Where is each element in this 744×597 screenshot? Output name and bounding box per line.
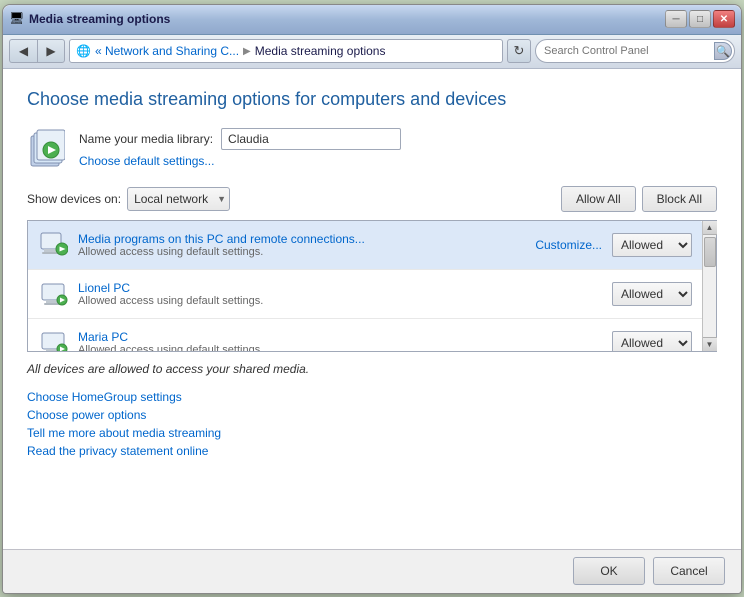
title-bar: 🖥 Media streaming options ─ □ ✕ [3, 5, 741, 35]
refresh-button[interactable]: ↻ [507, 39, 531, 63]
device-name-0[interactable]: Media programs on this PC and remote con… [78, 232, 535, 246]
search-button[interactable]: 🔍 [714, 42, 732, 60]
device-list: Media programs on this PC and remote con… [28, 221, 702, 351]
allowed-dropdown-0: Allowed Blocked [612, 233, 692, 257]
scrollbar[interactable]: ▲ ▼ [702, 221, 716, 351]
choose-default-link[interactable]: Choose default settings... [79, 154, 401, 168]
device-customize-0[interactable]: Customize... [535, 238, 602, 252]
device-info-0: Media programs on this PC and remote con… [78, 232, 535, 258]
breadcrumb: 🌐 « Network and Sharing C... ▶ Media str… [69, 39, 503, 63]
link-homegroup[interactable]: Choose HomeGroup settings [27, 390, 717, 404]
search-box: 🔍 [535, 39, 735, 63]
show-devices-select-wrapper: Local network All networks Custom ▼ [127, 187, 230, 211]
show-devices-select[interactable]: Local network All networks Custom [127, 187, 230, 211]
scroll-down-button[interactable]: ▼ [703, 337, 717, 351]
main-content: Choose media streaming options for compu… [3, 69, 741, 549]
title-bar-left: 🖥 Media streaming options [9, 11, 170, 27]
scroll-thumb[interactable] [704, 237, 716, 267]
device-icon-svg-0 [40, 231, 68, 259]
search-input[interactable] [544, 45, 710, 57]
media-library-row: Name your media library: Choose default … [27, 126, 717, 170]
link-power[interactable]: Choose power options [27, 408, 717, 422]
device-status-0: Allowed access using default settings. [78, 246, 535, 258]
device-list-container: Media programs on this PC and remote con… [27, 220, 717, 352]
scroll-track [703, 235, 716, 337]
nav-bar: ◀ ▶ 🌐 « Network and Sharing C... ▶ Media… [3, 35, 741, 69]
maximize-button[interactable]: □ [689, 10, 711, 28]
device-item-2: Maria PC Allowed access using default se… [28, 319, 702, 351]
block-all-button[interactable]: Block All [642, 186, 717, 212]
allowed-dropdown-1: Allowed Blocked [612, 282, 692, 306]
device-icon-svg-1 [40, 280, 68, 308]
breadcrumb-network-link[interactable]: « Network and Sharing C... [95, 44, 239, 58]
breadcrumb-sep: ▶ [243, 46, 251, 57]
all-devices-text: All devices are allowed to access your s… [27, 362, 717, 376]
page-title: Choose media streaming options for compu… [27, 89, 717, 110]
device-name-1[interactable]: Lionel PC [78, 281, 612, 295]
nav-back-forward: ◀ ▶ [9, 39, 65, 63]
device-name-2[interactable]: Maria PC [78, 330, 612, 344]
show-devices-label: Show devices on: [27, 192, 121, 206]
bottom-bar: OK Cancel [3, 549, 741, 593]
window-title: Media streaming options [29, 12, 170, 26]
device-status-2: Allowed access using default settings. [78, 344, 612, 351]
media-library-input[interactable] [221, 128, 401, 150]
breadcrumb-current: Media streaming options [255, 44, 386, 58]
window-icon: 🖥 [9, 11, 25, 27]
media-library-icon [27, 126, 67, 170]
cancel-button[interactable]: Cancel [653, 557, 725, 585]
device-item-0: Media programs on this PC and remote con… [28, 221, 702, 270]
links-section: Choose HomeGroup settings Choose power o… [27, 390, 717, 458]
link-privacy[interactable]: Read the privacy statement online [27, 444, 717, 458]
device-item-1: Lionel PC Allowed access using default s… [28, 270, 702, 319]
show-devices-left: Show devices on: Local network All netwo… [27, 187, 230, 211]
minimize-button[interactable]: ─ [665, 10, 687, 28]
media-library-info: Name your media library: Choose default … [79, 128, 401, 168]
device-icon-svg-2 [40, 329, 68, 351]
breadcrumb-icon: 🌐 [76, 44, 91, 58]
device-icon-2 [38, 327, 70, 351]
forward-button[interactable]: ▶ [37, 39, 65, 63]
allowed-select-1[interactable]: Allowed Blocked [612, 282, 692, 306]
media-icon-svg [29, 128, 65, 168]
title-bar-buttons: ─ □ ✕ [665, 10, 735, 28]
allowed-select-2[interactable]: Allowed Blocked [612, 331, 692, 351]
device-info-2: Maria PC Allowed access using default se… [78, 330, 612, 351]
show-devices-right: Allow All Block All [561, 186, 717, 212]
allowed-select-0[interactable]: Allowed Blocked [612, 233, 692, 257]
media-library-label: Name your media library: [79, 132, 213, 146]
ok-button[interactable]: OK [573, 557, 645, 585]
link-media-streaming[interactable]: Tell me more about media streaming [27, 426, 717, 440]
device-icon-1 [38, 278, 70, 310]
device-info-1: Lionel PC Allowed access using default s… [78, 281, 612, 307]
device-icon-0 [38, 229, 70, 261]
back-button[interactable]: ◀ [9, 39, 37, 63]
scroll-up-button[interactable]: ▲ [703, 221, 717, 235]
close-button[interactable]: ✕ [713, 10, 735, 28]
allow-all-button[interactable]: Allow All [561, 186, 636, 212]
show-devices-row: Show devices on: Local network All netwo… [27, 186, 717, 212]
media-library-label-row: Name your media library: [79, 128, 401, 150]
allowed-dropdown-2: Allowed Blocked [612, 331, 692, 351]
device-status-1: Allowed access using default settings. [78, 295, 612, 307]
main-window: 🖥 Media streaming options ─ □ ✕ ◀ ▶ 🌐 « … [2, 4, 742, 594]
